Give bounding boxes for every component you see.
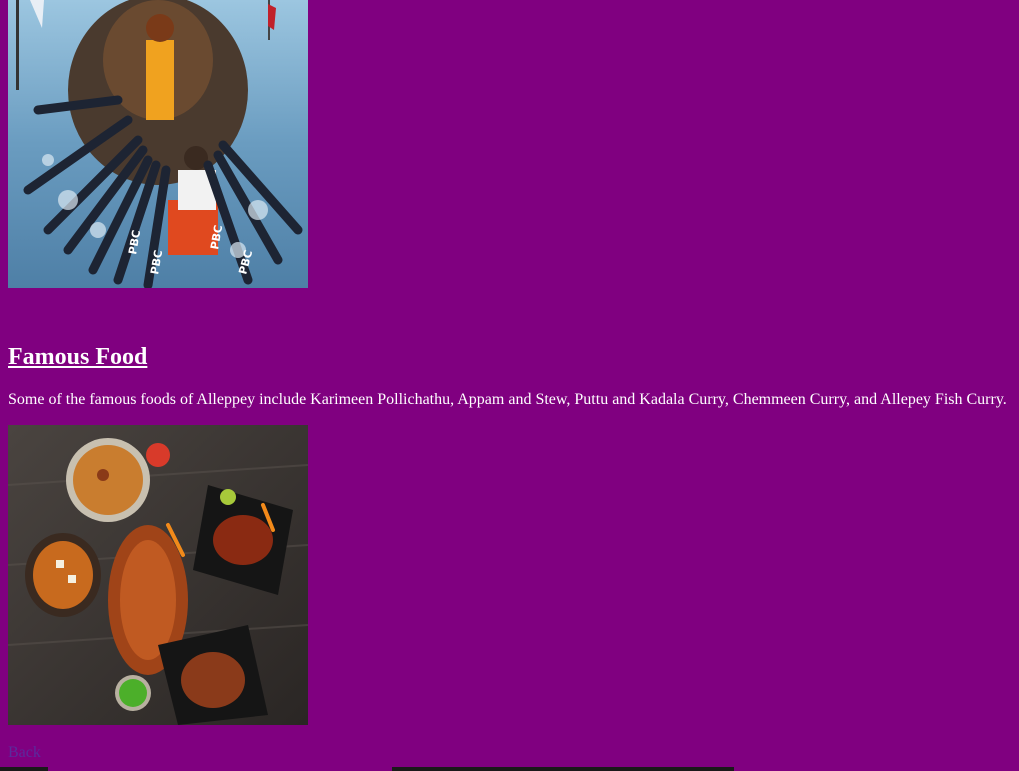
famous-food-heading: Famous Food <box>8 344 148 370</box>
back-link[interactable]: Back <box>8 743 41 763</box>
famous-food-description: Some of the famous foods of Alleppey inc… <box>8 391 1007 408</box>
bottom-edge-bar <box>0 767 1019 771</box>
famous-food-image <box>8 425 308 725</box>
page: PBC PBC PBC PBC Famous Food Some of the … <box>0 0 1019 771</box>
boat-race-image: PBC PBC PBC PBC <box>8 0 308 288</box>
